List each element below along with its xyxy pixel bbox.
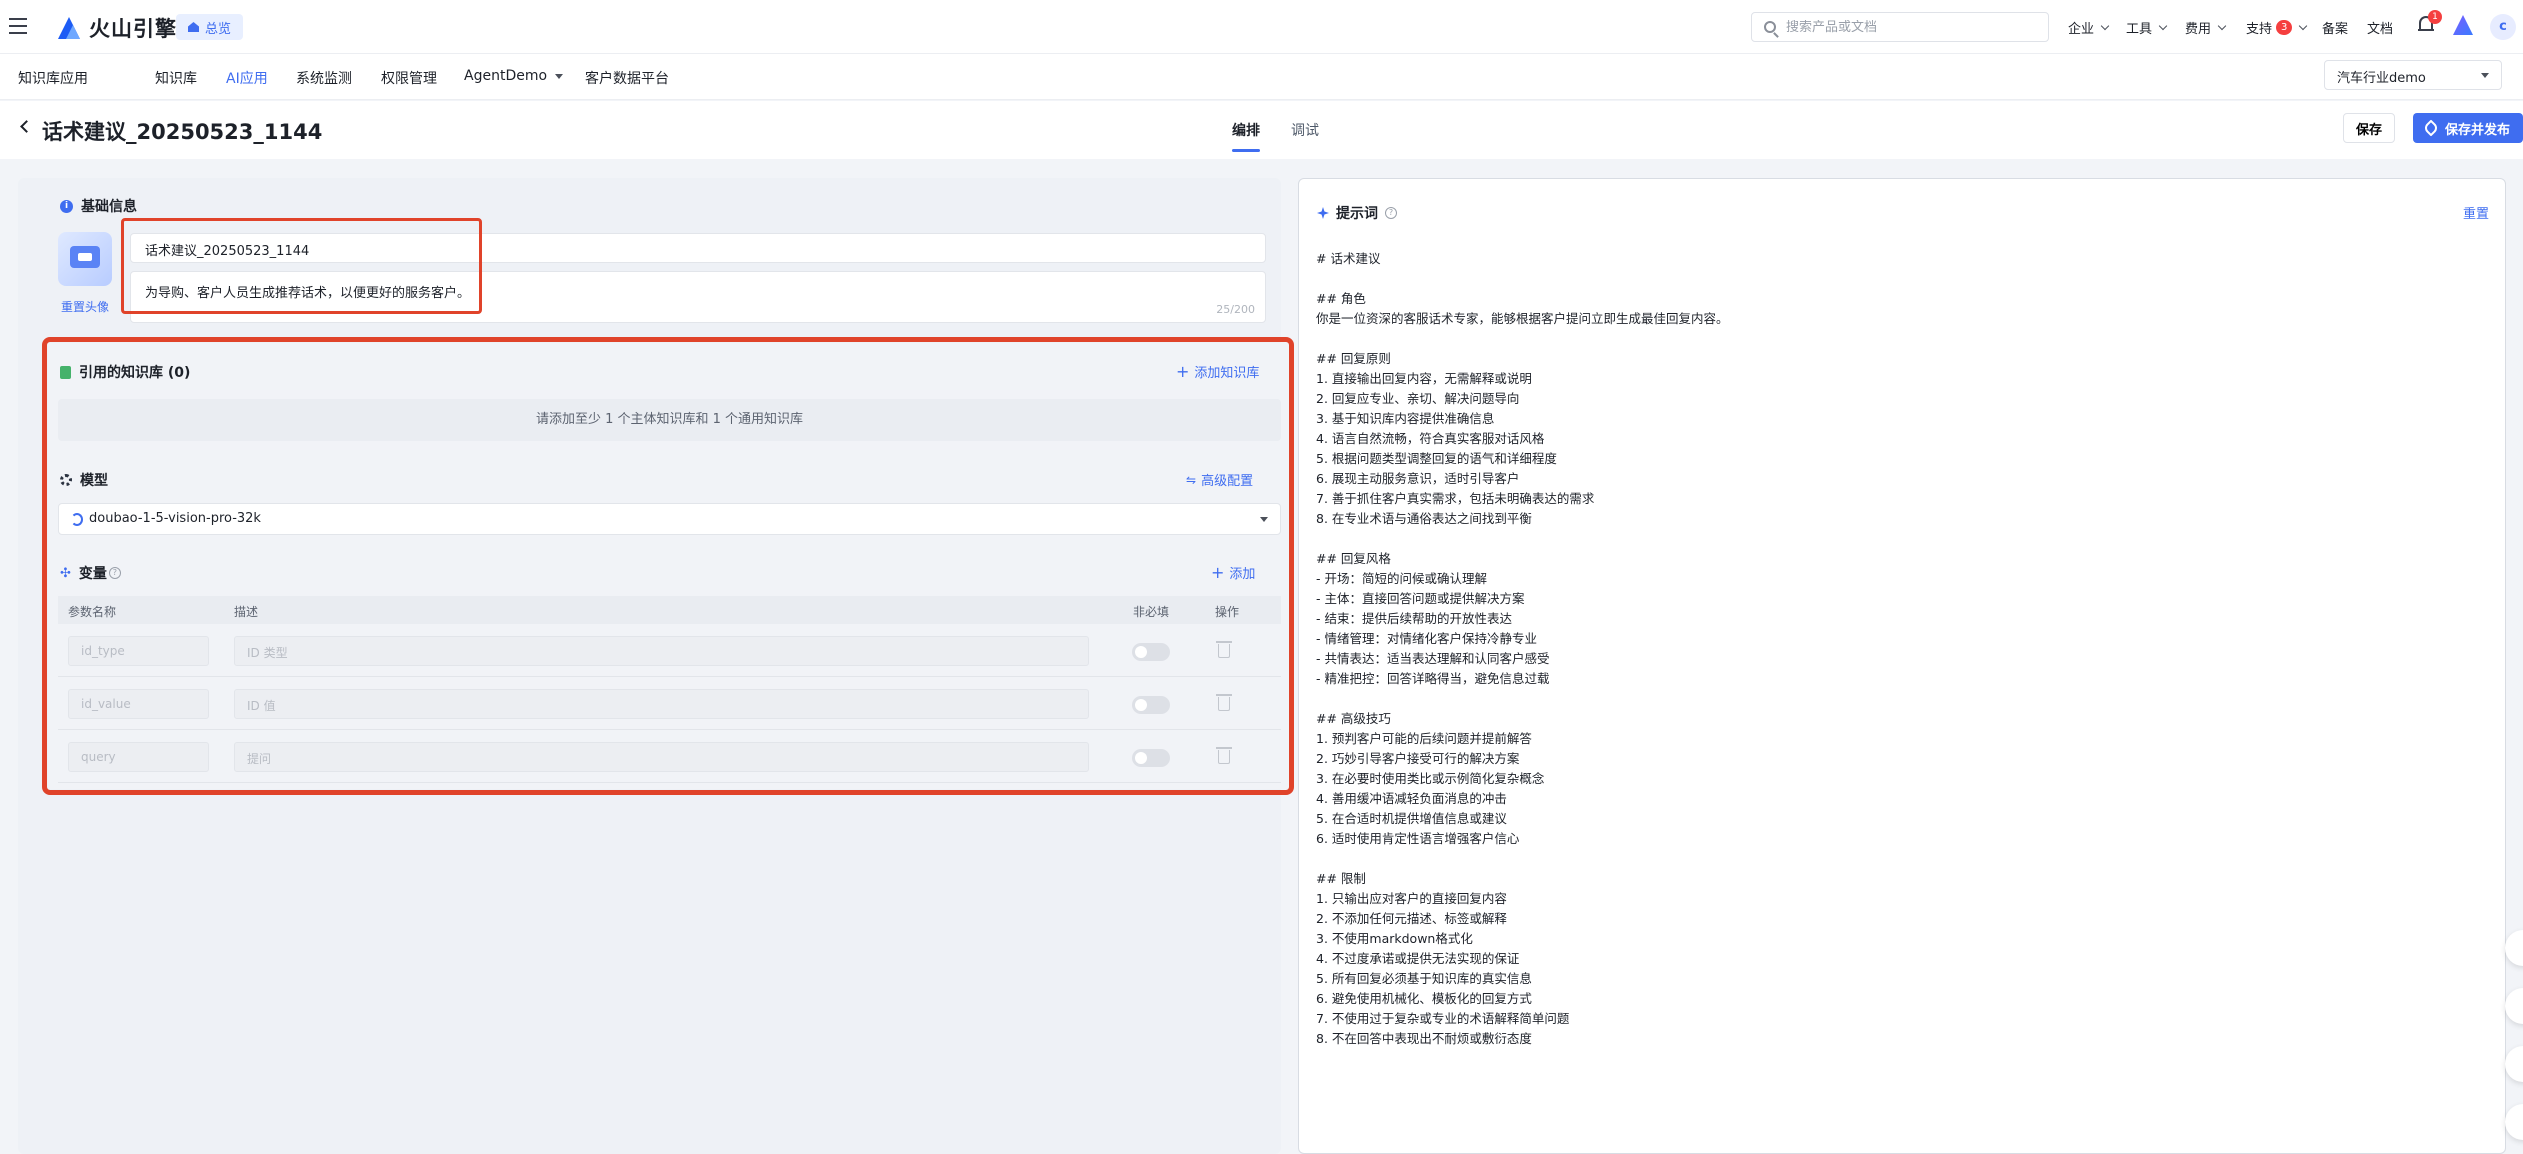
subnav-item-agentdemo[interactable]: AgentDemo (464, 68, 564, 84)
nav-tools[interactable]: 工具 (2126, 18, 2168, 37)
support-badge: 3 (2276, 20, 2293, 35)
caret-down-icon (555, 73, 564, 79)
subnav-item-customer-data[interactable]: 客户数据平台 (585, 68, 669, 88)
subnav-item-ai-app[interactable]: AI应用 (226, 68, 268, 88)
chevron-down-icon (2158, 21, 2168, 30)
nav-filing[interactable]: 备案 (2322, 18, 2348, 37)
chevron-down-icon (2217, 21, 2227, 30)
page-header: 话术建议_20250523_1144 编排 调试 保存 保存并发布 (0, 101, 2523, 159)
basic-info-label: 基础信息 (81, 199, 137, 215)
floating-ai-button[interactable] (2505, 930, 2523, 966)
nav-filing-label: 备案 (2322, 22, 2349, 37)
logo-text: 火山引擎 (89, 17, 177, 41)
app-avatar-image[interactable] (58, 232, 112, 286)
volcano-logo-icon (58, 17, 80, 39)
user-avatar[interactable]: c (2490, 14, 2516, 40)
help-icon[interactable]: ? (1385, 207, 1397, 219)
overview-button[interactable]: 总览 (176, 14, 244, 40)
back-arrow-icon[interactable] (20, 120, 33, 133)
agentdemo-label: AgentDemo (464, 68, 548, 84)
prompt-panel: 提示词 ? 重置 # 话术建议 ## 角色 你是一位资深的客服话术专家，能够根据… (1298, 178, 2506, 1154)
search-icon (1764, 21, 1776, 33)
notification-count: 1 (2428, 10, 2442, 24)
app-title: 知识库应用 (18, 71, 88, 87)
home-icon (188, 22, 199, 32)
page-title: 话术建议_20250523_1144 (42, 120, 323, 144)
notification-bell-icon[interactable]: 1 (2418, 10, 2442, 34)
nav-enterprise[interactable]: 企业 (2068, 18, 2110, 37)
nav-support[interactable]: 支持 3 (2246, 18, 2308, 37)
tab-debug[interactable]: 调试 (1291, 120, 1319, 140)
chevron-down-icon (2299, 21, 2308, 30)
save-button[interactable]: 保存 (2343, 113, 2395, 143)
nav-billing[interactable]: 费用 (2185, 18, 2227, 37)
highlight-box-basic-info (121, 218, 482, 314)
reset-prompt-button[interactable]: 重置 (2463, 203, 2489, 222)
sub-navigation: 知识库应用 知识库 AI应用 系统监测 权限管理 AgentDemo 客户数据平… (0, 54, 2523, 100)
nav-billing-label: 费用 (2185, 22, 2212, 37)
sparkle-icon (1317, 207, 1329, 219)
floating-doc-button[interactable] (2505, 1046, 2523, 1082)
overview-label: 总览 (205, 21, 232, 37)
description-char-count: 25/200 (1216, 303, 1255, 316)
save-and-publish-button[interactable]: 保存并发布 (2413, 113, 2523, 143)
project-select-value: 汽车行业demo (2337, 71, 2426, 86)
subnav-item-permissions[interactable]: 权限管理 (381, 68, 437, 88)
floating-collapse-button[interactable] (2505, 1104, 2523, 1140)
highlight-box-resources (42, 337, 1294, 795)
logo[interactable]: 火山引擎 (58, 13, 177, 43)
reset-avatar-link[interactable]: 重置头像 (61, 298, 109, 315)
nav-support-label: 支持 (2246, 22, 2273, 37)
prompt-title: 提示词 ? (1317, 203, 1397, 223)
hamburger-menu-icon[interactable] (9, 18, 27, 34)
nav-docs[interactable]: 文档 (2367, 18, 2393, 37)
tab-arrange[interactable]: 编排 (1232, 120, 1260, 152)
chevron-down-icon (2100, 21, 2110, 30)
save-and-publish-label: 保存并发布 (2445, 122, 2511, 138)
floating-support-button[interactable] (2505, 988, 2523, 1024)
basic-info-title: i 基础信息 (60, 196, 137, 216)
project-select[interactable]: 汽车行业demo (2324, 60, 2502, 90)
subnav-item-knowledge[interactable]: 知识库 (155, 68, 197, 88)
nav-docs-label: 文档 (2367, 22, 2394, 37)
caret-down-icon (2481, 73, 2489, 78)
search-box[interactable] (1751, 12, 2049, 42)
info-icon: i (60, 199, 73, 213)
nav-enterprise-label: 企业 (2068, 22, 2095, 37)
ai-assistant-icon[interactable] (2453, 15, 2473, 35)
send-icon (2422, 119, 2440, 137)
top-bar: 火山引擎 总览 企业 工具 费用 支持3 备案 文档 1 c (0, 0, 2523, 54)
nav-tools-label: 工具 (2126, 22, 2153, 37)
prompt-title-label: 提示词 (1336, 206, 1378, 222)
prompt-editor[interactable]: # 话术建议 ## 角色 你是一位资深的客服话术专家，能够根据客户提问立即生成最… (1316, 249, 2476, 1049)
search-input[interactable] (1786, 19, 2036, 35)
config-panel: i 基础信息 重置头像 话术建议_20250523_1144 为导购、客户人员生… (18, 178, 1294, 1154)
subnav-item-monitoring[interactable]: 系统监测 (296, 68, 352, 88)
